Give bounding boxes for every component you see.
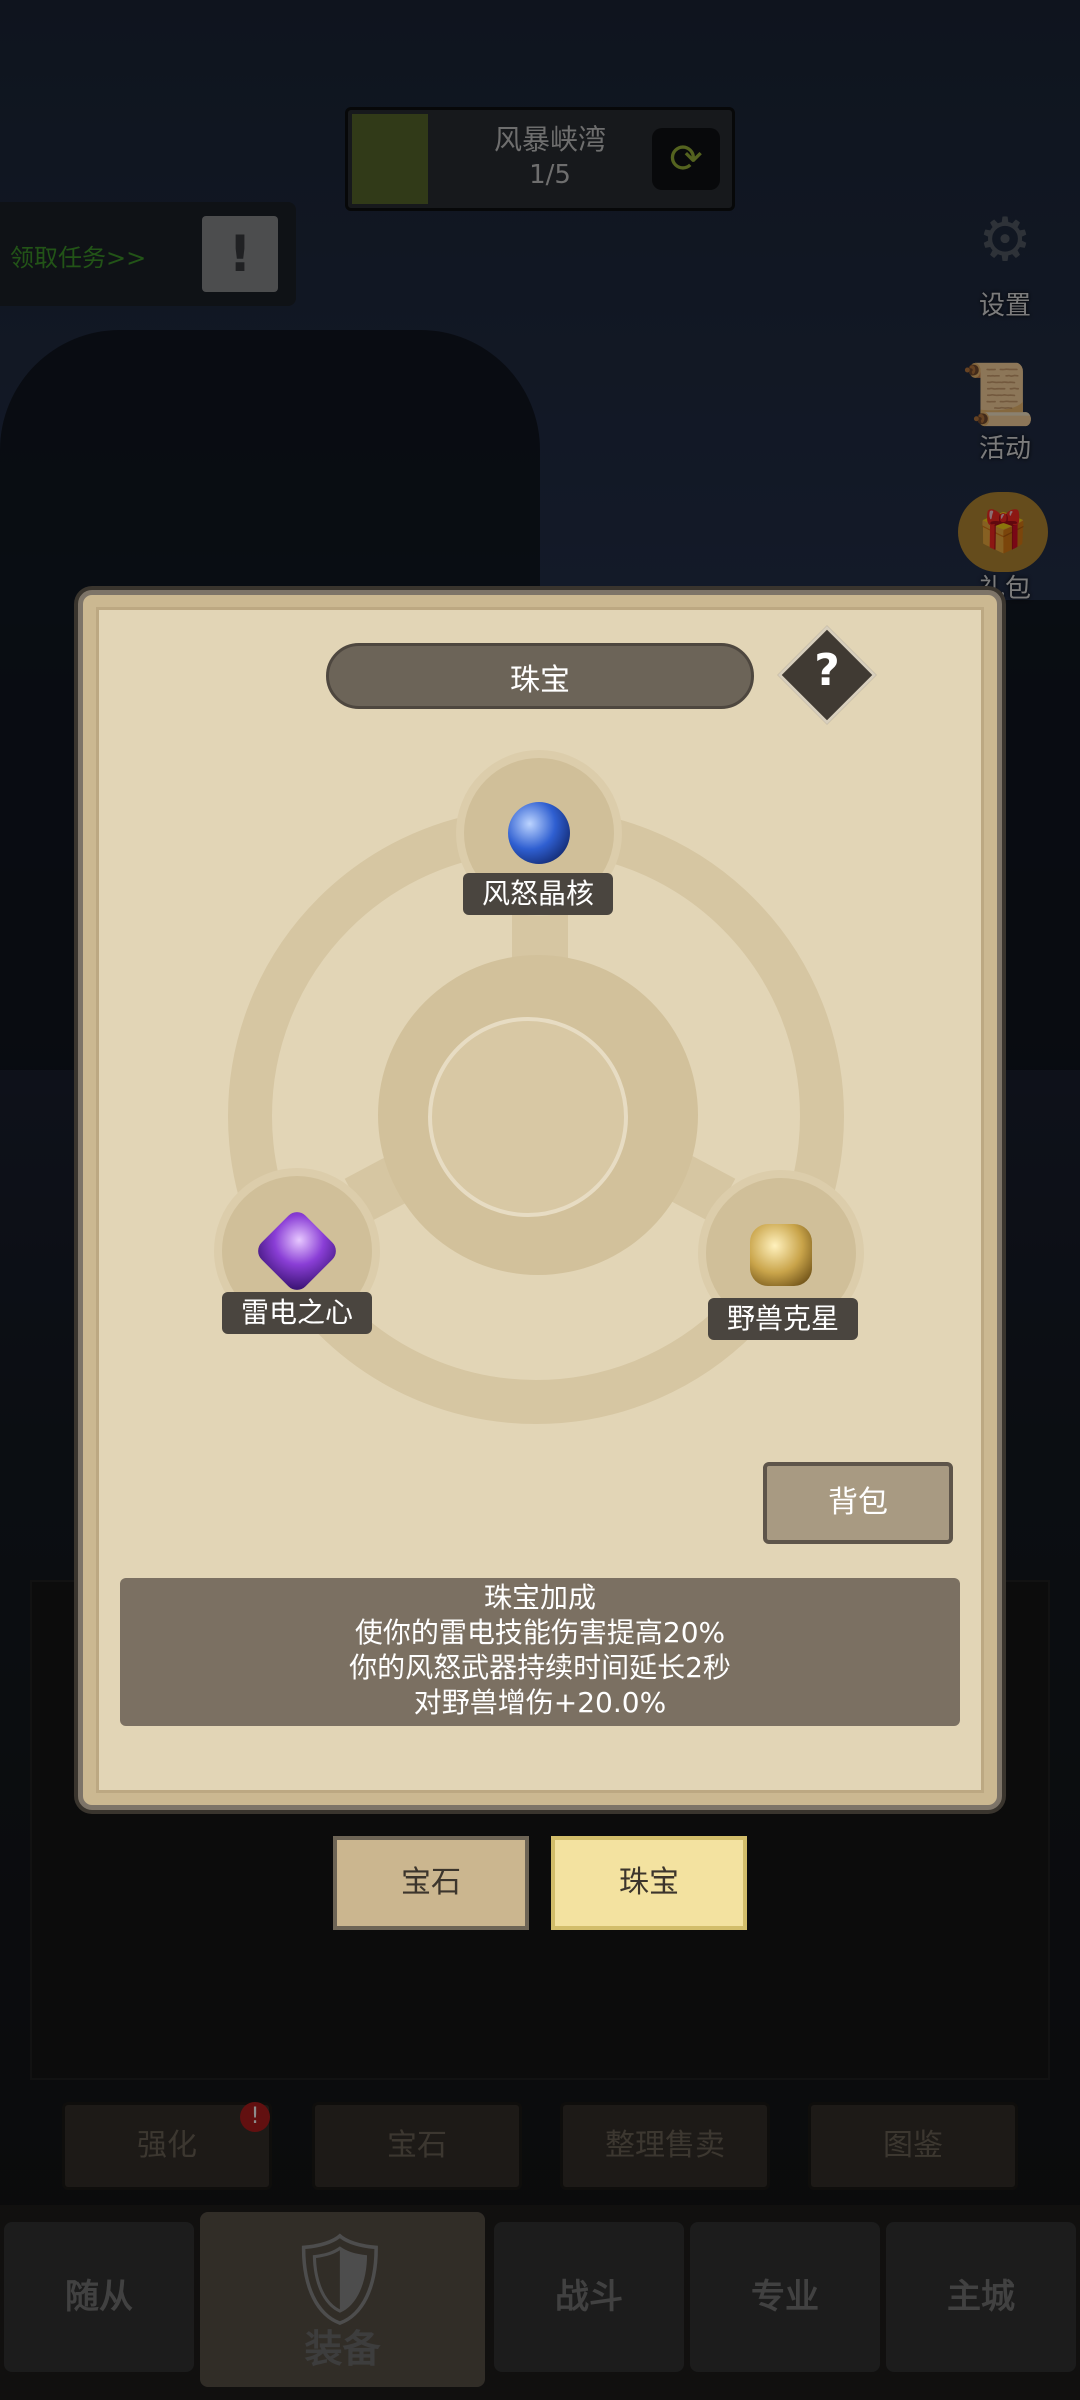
jewel-label-left: 雷电之心: [222, 1292, 372, 1334]
dialog-title: 珠宝: [510, 663, 570, 698]
center-slot: [428, 1017, 628, 1217]
bonus-line: 对野兽增伤+20.0%: [413, 1686, 667, 1719]
bag-button[interactable]: 背包: [763, 1462, 953, 1544]
blue-orb-icon[interactable]: [508, 802, 570, 864]
tab-gem[interactable]: 宝石: [333, 1836, 529, 1930]
gold-gem-icon[interactable]: [750, 1224, 812, 1286]
tab-jewel[interactable]: 珠宝: [551, 1836, 747, 1930]
jewel-label-top: 风怒晶核: [463, 873, 613, 915]
help-glyph[interactable]: ?: [792, 645, 862, 696]
bonus-line: 你的风怒武器持续时间延长2秒: [349, 1651, 731, 1684]
bonus-line: 使你的雷电技能伤害提高20%: [354, 1616, 726, 1649]
bonus-heading: 珠宝加成: [483, 1581, 596, 1614]
jewel-label-right: 野兽克星: [708, 1298, 858, 1340]
